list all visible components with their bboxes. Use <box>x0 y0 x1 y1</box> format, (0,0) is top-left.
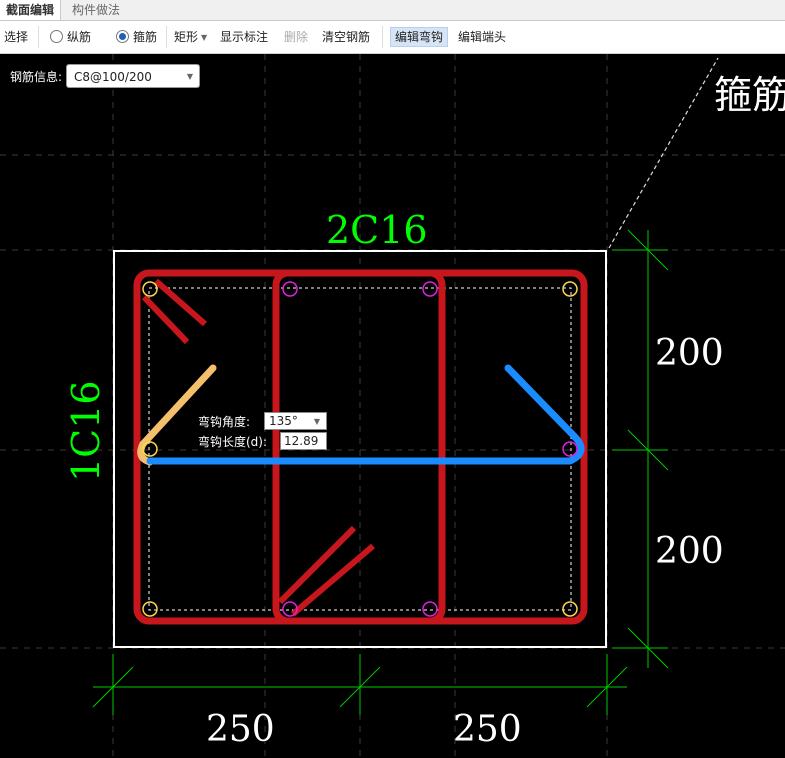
top-rebar-label[interactable]: 2C16 <box>326 208 428 252</box>
toolbar-divider <box>166 26 167 48</box>
toolbar-divider <box>382 26 383 48</box>
edit-end-button[interactable]: 编辑端头 <box>458 28 506 46</box>
edit-hook-button[interactable]: 编辑弯钩 <box>390 27 449 47</box>
show-annotation-button[interactable]: 显示标注 <box>220 28 268 46</box>
stirrup-label: 箍筋 <box>133 30 158 44</box>
corner-rebar[interactable] <box>562 601 578 617</box>
hook-angle-value: 135° <box>269 414 298 428</box>
dim-right-upper[interactable]: 200 <box>655 333 724 374</box>
rebar-info-value: C8@100/200 <box>74 70 152 84</box>
corner-rebar[interactable] <box>562 281 578 297</box>
hook-angle-select[interactable]: 135° ▼ <box>264 412 327 430</box>
toolbar-divider <box>38 26 39 48</box>
right-dimension <box>612 229 669 669</box>
tab-bar: 截面编辑 构件做法 <box>0 0 785 21</box>
side-rebar[interactable] <box>142 441 158 457</box>
hook-angle-label: 弯钩角度: <box>198 415 251 429</box>
section-canvas[interactable]: 箍筋 2C16 1C16 200 200 250 250 <box>0 54 785 758</box>
chevron-down-icon: ▼ <box>186 72 193 81</box>
rebar-info-label: 钢筋信息: <box>10 70 63 84</box>
longitudinal-label: 纵筋 <box>67 30 92 44</box>
outer-stirrup-hooks[interactable] <box>141 278 207 345</box>
radio-icon <box>50 30 63 43</box>
select-button[interactable]: 选择 <box>4 28 28 46</box>
inner-stirrup-hooks[interactable] <box>277 525 375 617</box>
background-grid <box>0 54 785 758</box>
clear-rebar-button[interactable]: 清空钢筋 <box>322 28 370 46</box>
hook-length-input[interactable]: 12.89 <box>280 432 327 450</box>
chevron-down-icon: ▼ <box>201 33 208 42</box>
corner-rebar[interactable] <box>142 601 158 617</box>
corner-rebar[interactable] <box>142 281 158 297</box>
tab-section-edit[interactable]: 截面编辑 <box>0 0 62 20</box>
tab-component-method[interactable]: 构件做法 <box>66 0 126 20</box>
shape-dropdown[interactable]: 矩形 ▼ <box>174 28 207 46</box>
side-rebar-label[interactable]: 1C16 <box>64 380 108 482</box>
side-rebar[interactable] <box>422 281 438 297</box>
dim-bottom-right[interactable]: 250 <box>453 709 522 750</box>
side-rebar[interactable] <box>282 281 298 297</box>
radio-checked-icon <box>116 30 129 43</box>
leader-line <box>608 57 719 249</box>
side-rebar[interactable] <box>422 601 438 617</box>
stirrup-radio[interactable]: 箍筋 <box>116 28 157 46</box>
toolbar: 选择 纵筋 箍筋 矩形 ▼ 显示标注 删除 清空钢筋 编辑弯钩 编辑端头 <box>0 21 785 54</box>
rebar-info-select[interactable]: C8@100/200 ▼ <box>66 64 200 88</box>
hook-length-label: 弯钩长度(d): <box>198 435 268 449</box>
chevron-down-icon: ▼ <box>313 417 320 426</box>
stirrup-callout-text: 箍筋 <box>714 73 785 117</box>
delete-button[interactable]: 删除 <box>284 28 308 46</box>
dim-right-lower[interactable]: 200 <box>655 531 724 572</box>
bottom-dimension <box>92 654 628 715</box>
dim-bottom-left[interactable]: 250 <box>206 709 275 750</box>
longitudinal-radio[interactable]: 纵筋 <box>50 28 91 46</box>
shape-label: 矩形 <box>174 30 199 44</box>
side-rebar[interactable] <box>562 441 578 457</box>
